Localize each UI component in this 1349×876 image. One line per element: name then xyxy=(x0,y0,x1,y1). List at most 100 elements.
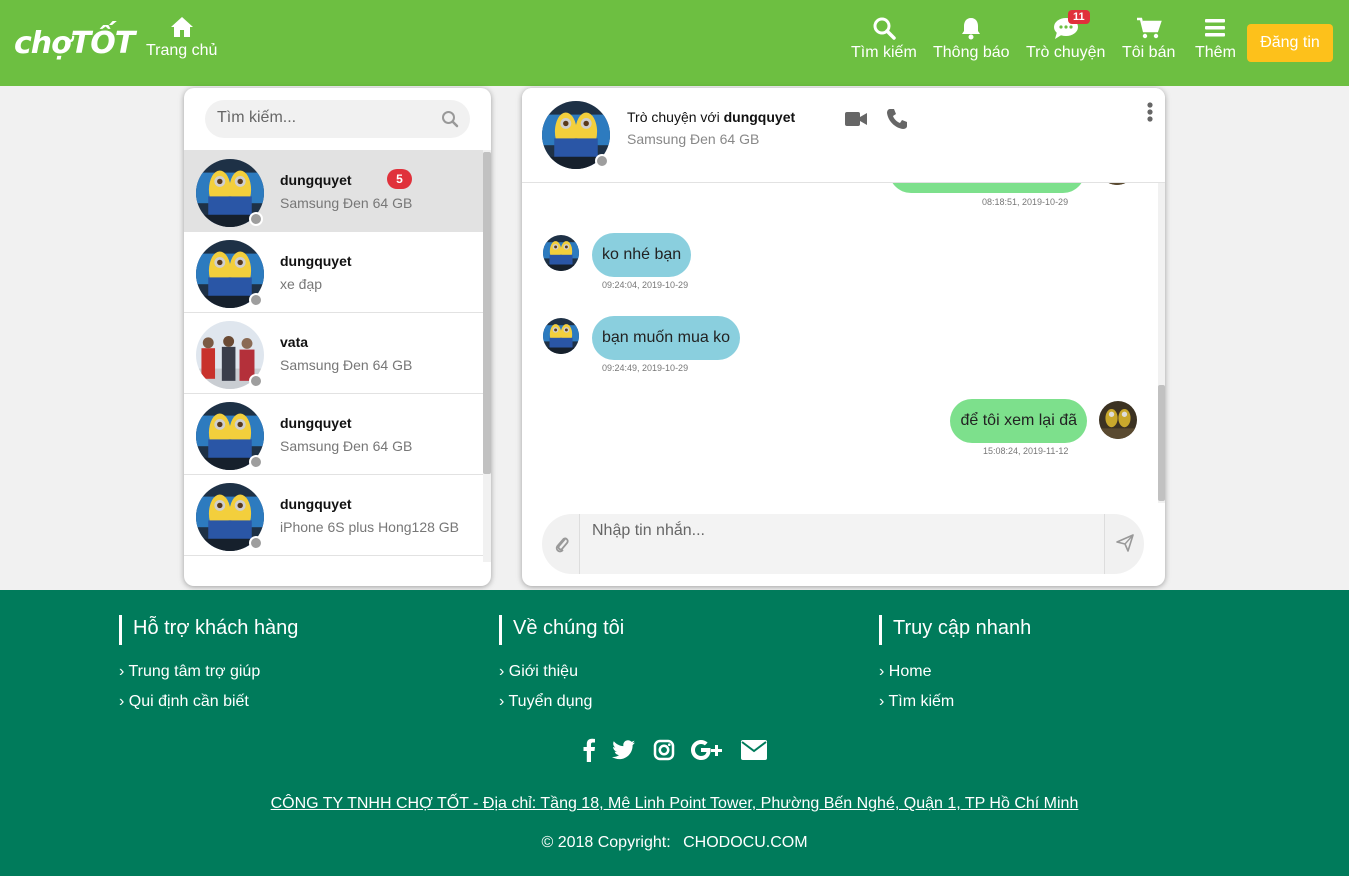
search-icon[interactable] xyxy=(441,110,459,128)
search-icon xyxy=(873,17,896,40)
scrollbar-thumb[interactable] xyxy=(1158,385,1165,501)
site-footer: Hỗ trợ khách hàng › Trung tâm trợ giúp ›… xyxy=(0,590,1349,876)
twitter-icon[interactable] xyxy=(612,740,636,765)
conversation-name: dungquyet xyxy=(280,253,352,269)
nav-search-label: Tìm kiếm xyxy=(851,44,917,61)
footer-column-title: Hỗ trợ khách hàng xyxy=(119,615,298,645)
message-scrollbar[interactable] xyxy=(1158,183,1165,503)
brand-name[interactable]: CHODOCU.COM xyxy=(683,834,807,851)
chat-panel: Trò chuyện với dungquyet Samsung Đen 64 … xyxy=(522,88,1165,586)
message-time: 08:18:51, 2019-10-29 xyxy=(982,197,1069,207)
chat-with-user: dungquyet xyxy=(723,109,796,125)
my-avatar xyxy=(1099,183,1135,185)
message-time: 15:08:24, 2019-11-12 xyxy=(983,446,1069,456)
google-plus-icon[interactable] xyxy=(690,739,725,766)
partner-avatar xyxy=(543,235,579,271)
message-bubble-incoming: ko nhé bạn xyxy=(592,233,692,277)
bell-icon xyxy=(962,18,981,40)
footer-link[interactable]: › Qui định cần biết xyxy=(119,693,298,711)
more-vertical-icon[interactable] xyxy=(1146,102,1154,124)
status-dot xyxy=(595,154,609,168)
footer-column-title: Truy cập nhanh xyxy=(879,615,1031,645)
footer-column-title: Về chúng tôi xyxy=(499,615,624,645)
nav-chat-label: Trò chuyện xyxy=(1026,44,1106,61)
scrollbar-thumb[interactable] xyxy=(483,152,491,474)
partner-avatar xyxy=(543,318,579,354)
conversation-product: xe đạp xyxy=(280,276,323,292)
nav-search[interactable]: Tìm kiếm xyxy=(851,16,917,62)
site-logo[interactable]: chợTỐT xyxy=(14,26,135,61)
conversation-item[interactable]: vata Samsung Đen 64 GB xyxy=(184,313,483,394)
nav-sell[interactable]: Tôi bán xyxy=(1122,16,1175,62)
conversation-product: iPhone 6S plus Hong128 GB xyxy=(280,519,460,535)
send-icon[interactable] xyxy=(1116,534,1134,552)
nav-home[interactable]: Trang chủ xyxy=(146,16,217,60)
conversation-name: dungquyet xyxy=(280,415,352,431)
cart-icon xyxy=(1136,17,1162,39)
conversation-name: vata xyxy=(280,334,309,350)
message-time: 09:24:49, 2019-10-29 xyxy=(602,363,689,373)
message-time: 09:24:04, 2019-10-29 xyxy=(602,280,689,290)
conversation-scrollbar[interactable] xyxy=(483,150,491,562)
conversation-item[interactable]: dungquyet 5 Samsung Đen 64 GB xyxy=(184,151,483,232)
message-composer xyxy=(542,514,1144,574)
social-links xyxy=(0,738,1349,767)
footer-link[interactable]: › Trung tâm trợ giúp xyxy=(119,663,298,681)
avatar xyxy=(196,159,264,227)
paperclip-icon[interactable] xyxy=(554,534,570,554)
home-icon xyxy=(170,17,193,37)
footer-link[interactable]: › Home xyxy=(879,663,1031,681)
avatar xyxy=(196,321,264,389)
menu-icon xyxy=(1205,19,1226,37)
avatar xyxy=(196,483,264,551)
post-ad-button[interactable]: Đăng tin xyxy=(1247,24,1333,62)
instagram-icon[interactable] xyxy=(653,739,675,766)
my-avatar xyxy=(1099,401,1137,439)
top-navbar: chợTỐT Trang chủ Tìm kiếm Thông báo Trò … xyxy=(0,0,1349,86)
nav-sell-label: Tôi bán xyxy=(1122,44,1176,61)
avatar xyxy=(196,402,264,470)
message-bubble-incoming: bạn muốn mua ko xyxy=(592,316,741,360)
facebook-icon[interactable] xyxy=(582,738,596,767)
company-address-link[interactable]: CÔNG TY TNHH CHỢ TỐT - Địa chỉ: Tầng 18,… xyxy=(0,795,1349,813)
conversation-name: dungquyet xyxy=(280,172,352,188)
envelope-icon[interactable] xyxy=(741,740,768,765)
conversation-item[interactable]: dungquyet xe đạp xyxy=(184,232,483,313)
nav-more-label: Thêm xyxy=(1195,44,1236,61)
message-input[interactable] xyxy=(579,514,1105,574)
nav-home-label: Trang chủ xyxy=(146,42,218,59)
footer-column-about: Về chúng tôi › Giới thiệu › Tuyển dụng xyxy=(499,615,624,711)
copyright-text: © 2018 Copyright: xyxy=(541,834,671,851)
nav-chat[interactable]: Trò chuyện 11 xyxy=(1026,10,1106,62)
avatar xyxy=(196,240,264,308)
nav-more[interactable]: Thêm xyxy=(1195,16,1236,62)
conversation-list: dungquyet 5 Samsung Đen 64 GB dungquyet … xyxy=(184,150,483,586)
chat-header: Trò chuyện với dungquyet Samsung Đen 64 … xyxy=(522,88,1165,183)
conversation-panel: dungquyet 5 Samsung Đen 64 GB dungquyet … xyxy=(184,88,491,586)
chat-with-prefix: Trò chuyện với xyxy=(627,109,720,125)
conversation-search-input[interactable] xyxy=(217,109,427,127)
footer-column-support: Hỗ trợ khách hàng › Trung tâm trợ giúp ›… xyxy=(119,615,298,711)
conversation-search xyxy=(205,100,470,138)
video-icon[interactable] xyxy=(844,110,868,128)
nav-notify-label: Thông báo xyxy=(933,44,1010,61)
footer-column-quick: Truy cập nhanh › Home › Tìm kiếm xyxy=(879,615,1031,711)
footer-link[interactable]: › Tìm kiếm xyxy=(879,693,1031,711)
conversation-item[interactable]: dungquyet Samsung Đen 64 GB xyxy=(184,394,483,475)
message-bubble-outgoing xyxy=(889,183,1085,193)
nav-notify[interactable]: Thông báo xyxy=(933,16,1010,62)
status-dot xyxy=(249,374,263,388)
chat-with-title: Trò chuyện với dungquyet xyxy=(627,109,795,125)
conversation-product: Samsung Đen 64 GB xyxy=(280,195,413,211)
conversation-item[interactable]: dungquyet iPhone 6S plus Hong128 GB xyxy=(184,475,483,556)
footer-link[interactable]: › Tuyển dụng xyxy=(499,693,624,711)
avatar xyxy=(542,101,610,169)
copyright: © 2018 Copyright: CHODOCU.COM xyxy=(0,834,1349,852)
phone-icon[interactable] xyxy=(886,108,908,130)
message-bubble-outgoing: để tôi xem lại đã xyxy=(950,399,1087,443)
chat-product: Samsung Đen 64 GB xyxy=(627,131,760,147)
conversation-product: Samsung Đen 64 GB xyxy=(280,438,413,454)
message-list: 08:18:51, 2019-10-29 ko nhé bạn 09:24:04… xyxy=(522,183,1158,503)
unread-badge: 5 xyxy=(387,169,412,189)
footer-link[interactable]: › Giới thiệu xyxy=(499,663,624,681)
